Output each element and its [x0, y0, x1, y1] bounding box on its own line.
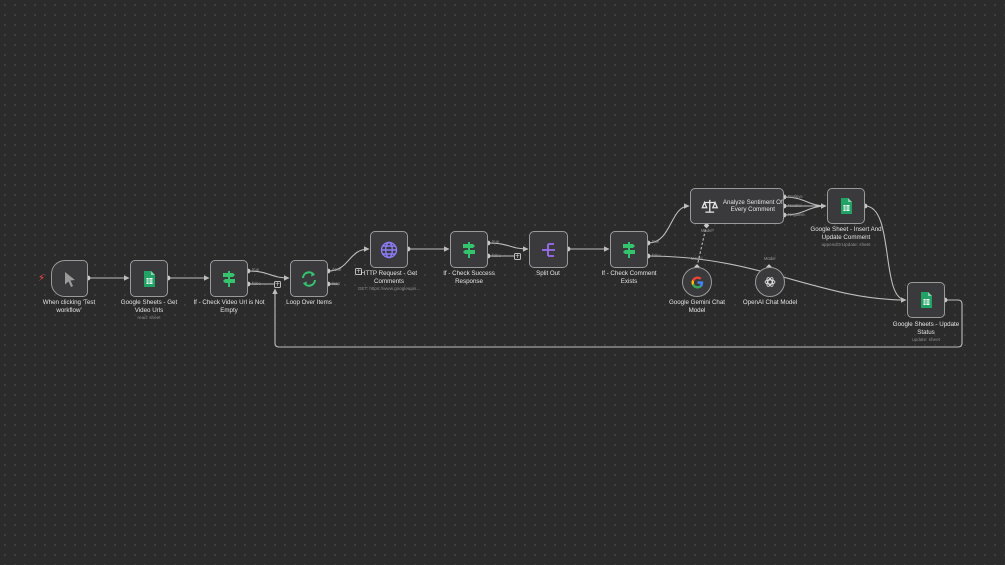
- edge-gemini-model[interactable]: [696, 226, 707, 268]
- port-label-neutral: Neutral: [788, 203, 802, 208]
- node-title: OpenAI Chat Model: [742, 299, 798, 306]
- balance-scale-icon: [701, 199, 719, 213]
- node-if-check-video-url[interactable]: [210, 260, 248, 297]
- node-subtitle: read: sheet: [137, 315, 161, 320]
- if-signpost-icon: [223, 270, 235, 287]
- node-google-sheets-get[interactable]: [130, 260, 168, 297]
- port-label-false: false: [652, 253, 661, 258]
- edge-update-loopback[interactable]: [272, 288, 963, 348]
- node-title: Google Sheet - Insert And Update Comment: [810, 226, 882, 241]
- node-manual-trigger[interactable]: [51, 260, 88, 297]
- google-g-icon: [691, 276, 703, 288]
- if-signpost-icon: [463, 241, 475, 258]
- node-title: Google Sheets - Update Status: [892, 321, 960, 336]
- port-label-false: false: [492, 253, 501, 258]
- edge-insert-update[interactable]: [864, 205, 907, 301]
- node-google-sheets-update[interactable]: [907, 282, 945, 318]
- port-label-model: Model: [691, 256, 703, 261]
- node-title: If - Check Comment Exists: [601, 270, 657, 285]
- port-label-done: done: [332, 267, 342, 272]
- port-label-true: true: [252, 267, 260, 272]
- node-subtitle: update: sheet: [912, 337, 940, 342]
- node-title: If - Check Video Url is Not Empty: [193, 299, 265, 314]
- port-label-positive: Positive: [788, 194, 803, 199]
- node-title: Google Sheets - Get Video Urls: [120, 299, 178, 314]
- google-sheets-icon: [921, 292, 932, 308]
- port-label-loop: loop: [332, 281, 340, 286]
- globe-icon: [380, 241, 398, 258]
- openai-icon: [764, 277, 776, 287]
- port-label-negative: Negative: [788, 212, 805, 217]
- port-label-true: true: [652, 239, 660, 244]
- node-loop-over-items[interactable]: [290, 260, 328, 297]
- node-subtitle: appendOrUpdate: sheet: [821, 242, 871, 247]
- node-if-check-comment[interactable]: [610, 231, 648, 268]
- node-title: HTTP Request - Get Comments: [360, 270, 418, 285]
- if-signpost-icon: [623, 241, 635, 258]
- trigger-bolt-icon: ⚡: [38, 273, 46, 284]
- loop-arrows-icon: [302, 270, 316, 287]
- port-label-model: Model: [764, 256, 776, 261]
- node-http-request[interactable]: [370, 231, 408, 268]
- node-google-sheet-insert[interactable]: [827, 188, 865, 224]
- node-openai-chat-model[interactable]: [755, 267, 785, 297]
- cursor-icon: [64, 271, 75, 287]
- google-sheets-icon: [841, 198, 852, 214]
- node-analyze-sentiment[interactable]: Analyze Sentiment Of Every Comment: [690, 188, 784, 224]
- edge-ifcomment-sentiment[interactable]: [647, 203, 690, 244]
- node-title: Analyze Sentiment Of Every Comment: [722, 198, 783, 214]
- node-google-gemini-chat-model[interactable]: [682, 267, 712, 297]
- port-label-false: false: [252, 281, 261, 286]
- split-icon: [541, 242, 555, 257]
- add-node-button[interactable]: +: [274, 281, 281, 288]
- node-title: Split Out: [536, 270, 560, 277]
- edge-if-loop[interactable]: [247, 270, 290, 281]
- add-node-button[interactable]: +: [514, 253, 521, 260]
- node-if-check-success[interactable]: [450, 231, 488, 268]
- node-title: When clicking 'Test workflow': [42, 299, 96, 314]
- port-label-true: true: [492, 239, 500, 244]
- port-label-model: Model*: [701, 228, 715, 233]
- node-title: If - Check Success Response: [443, 270, 495, 285]
- node-title: Loop Over Items: [286, 299, 332, 306]
- node-subtitle: GET: https://www.googleapis...: [357, 286, 421, 291]
- node-title: Google Gemini Chat Model: [668, 299, 726, 314]
- google-sheets-icon: [144, 270, 155, 287]
- node-split-out[interactable]: [529, 231, 568, 268]
